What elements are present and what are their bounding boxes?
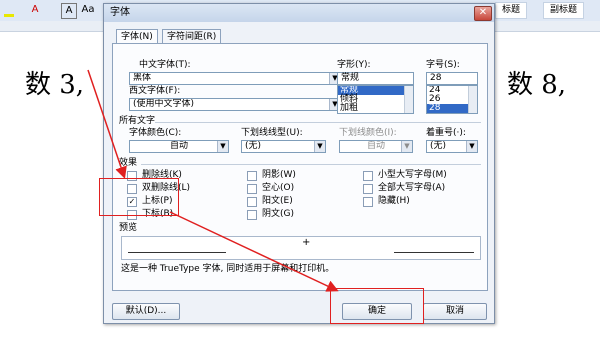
annotation-arrows xyxy=(87,69,339,292)
annotation-arrow-1 xyxy=(87,69,127,179)
annotation-arrow-2 xyxy=(169,211,339,292)
